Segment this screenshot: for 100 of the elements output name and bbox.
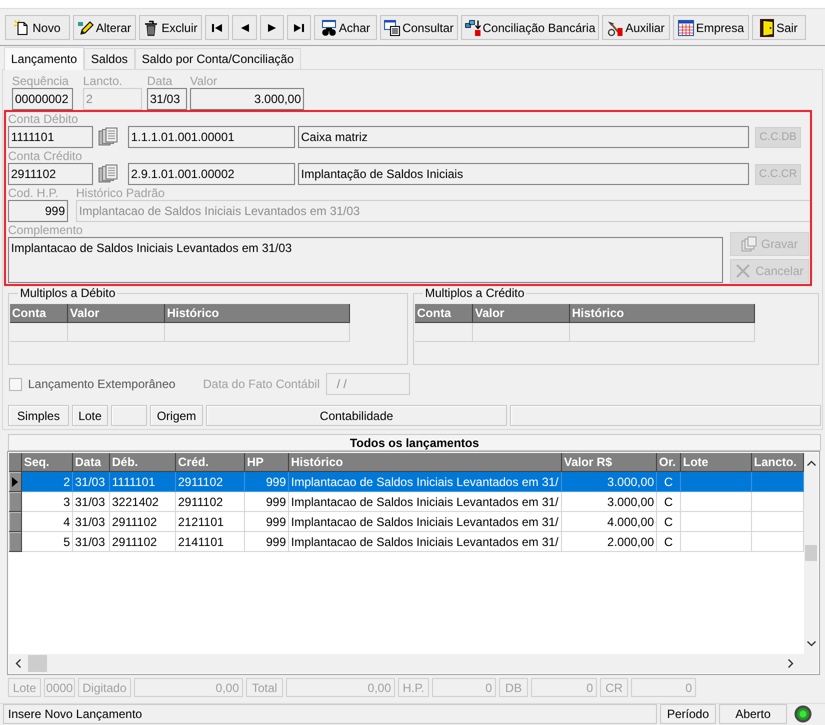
input-field[interactable]: Implantação de Saldos Iniciais xyxy=(298,163,749,185)
scroll-down-icon xyxy=(806,641,816,647)
total-label: H.P. xyxy=(398,678,429,697)
calendar-icon xyxy=(678,20,694,36)
pencil-icon xyxy=(78,20,94,36)
row-header xyxy=(9,512,22,532)
field-label: Complemento xyxy=(8,223,84,237)
table-cell: Implantacao de Saldos Iniciais Levantados em 31/ xyxy=(289,532,562,552)
input-field[interactable]: 00000002 xyxy=(12,88,73,110)
field-label: Cod. H.P. xyxy=(8,186,60,200)
column-header: Histórico xyxy=(165,304,350,323)
field-label: Conta Débito xyxy=(8,112,80,126)
input-field[interactable]: 1.1.1.01.001.00001 xyxy=(128,126,295,148)
column-header: Valor xyxy=(473,304,570,323)
scrollbar-thumb[interactable] xyxy=(805,545,817,561)
tab[interactable]: Lançamento xyxy=(4,47,84,70)
column-header: Histórico xyxy=(570,304,755,323)
input-field[interactable]: 2911102 xyxy=(8,163,93,185)
column-header: Lote xyxy=(681,453,752,472)
company-button[interactable]: Empresa xyxy=(673,15,749,40)
reconciliation-button[interactable]: Conciliação Bancária xyxy=(461,15,599,40)
calendar-document-icon xyxy=(384,20,400,36)
table-row[interactable]: 5 31/03 2911102 2141101 999 Implantacao de Saldos Iniciais Levantados em 31/ 2.000,00 C xyxy=(9,532,804,552)
skip-to-first-icon xyxy=(212,22,222,32)
table-cell: 2911102 xyxy=(110,532,176,552)
column-header: Valor xyxy=(68,304,165,323)
previous-icon xyxy=(240,22,248,32)
total-value: 0 xyxy=(631,678,696,697)
field-label: Data do Fato Contábil xyxy=(203,376,320,393)
status-panel: Período xyxy=(660,704,716,724)
vertical-scrollbar[interactable] xyxy=(804,453,818,654)
column-header: Data xyxy=(73,453,110,472)
new-button[interactable]: Novo xyxy=(5,15,70,40)
first-record-button[interactable] xyxy=(205,15,229,40)
table-row[interactable]: 2 31/03 1111101 2911102 999 Implantacao de Saldos Iniciais Levantados em 31/ 3.000,00 C xyxy=(9,472,804,492)
tab[interactable]: Saldos xyxy=(84,48,135,69)
field-label: Data xyxy=(147,75,174,88)
new-document-icon xyxy=(14,20,30,36)
origin-panel: Origem xyxy=(150,405,203,426)
boxes-arrow-icon xyxy=(464,20,481,36)
row-header xyxy=(9,532,22,552)
input-field[interactable]: 3.000,00 xyxy=(190,88,304,110)
column-header: Conta xyxy=(415,304,473,323)
input-field[interactable]: 31/03 xyxy=(147,88,187,110)
text-area[interactable]: Implantacao de Saldos Iniciais Levantados em 31/03 xyxy=(8,237,723,283)
grid-title: Todos os lançamentos xyxy=(8,434,821,451)
input-field[interactable]: Caixa matriz xyxy=(298,126,749,148)
delete-button[interactable]: Excluir xyxy=(139,15,202,40)
auxiliary-button[interactable]: Auxiliar xyxy=(602,15,670,40)
table-cell: 31/03 xyxy=(73,532,110,552)
total-label: Lote xyxy=(8,678,41,697)
table-cell: 5 xyxy=(22,532,73,552)
status-message: Insere Novo Lançamento xyxy=(3,704,657,724)
last-record-button[interactable] xyxy=(287,15,311,40)
tab[interactable]: Saldo por Conta/Conciliação xyxy=(134,48,301,69)
input-field[interactable]: 1111101 xyxy=(8,126,93,148)
column-header: Or. xyxy=(657,453,681,472)
column-header: HP xyxy=(245,453,289,472)
trash-icon xyxy=(143,20,160,36)
table-cell: 999 xyxy=(245,532,289,552)
total-label: Digitado xyxy=(78,678,131,697)
total-label: 0000 xyxy=(44,678,75,697)
next-record-button[interactable] xyxy=(260,15,284,40)
table-row[interactable]: 4 31/03 2911102 2121101 999 Implantacao de Saldos Iniciais Levantados em 31/ 4.000,00 C xyxy=(9,512,804,532)
documents-icon xyxy=(98,164,118,184)
scroll-left-icon xyxy=(15,659,21,668)
find-button[interactable]: Achar xyxy=(314,15,377,40)
total-label: CR xyxy=(600,678,628,697)
documents-icon xyxy=(98,127,118,147)
exit-button[interactable]: Sair xyxy=(752,15,806,40)
total-label: DB xyxy=(499,678,528,697)
edit-button[interactable]: Alterar xyxy=(73,15,136,40)
input-field[interactable]: 999 xyxy=(8,200,68,222)
binoculars-icon xyxy=(320,20,337,36)
row-header xyxy=(9,492,22,512)
scrollbar-thumb[interactable] xyxy=(28,655,47,672)
table-cell: 2141101 xyxy=(176,532,245,552)
checkbox[interactable] xyxy=(9,378,22,390)
door-icon xyxy=(760,18,774,36)
total-label: Total xyxy=(246,678,283,697)
origin-panel: Contabilidade xyxy=(206,405,507,426)
column-header: Créd. xyxy=(176,453,245,472)
group-title: Multiplos a Débito xyxy=(19,287,116,300)
cancel-icon xyxy=(735,263,752,279)
origin-panel: Simples xyxy=(8,405,69,426)
column-header: Conta xyxy=(10,304,68,323)
previous-record-button[interactable] xyxy=(232,15,257,40)
table-row[interactable]: 3 31/03 3221402 2911102 999 Implantacao de Saldos Iniciais Levantados em 31/ 3.000,00 C xyxy=(9,492,804,512)
header-corner xyxy=(9,453,22,472)
field-label: Sequência xyxy=(12,75,70,88)
column-header: Histórico xyxy=(289,453,562,472)
field-label: Valor xyxy=(190,75,218,88)
table-cell: C xyxy=(657,532,681,552)
group-title: Multiplos a Crédito xyxy=(424,287,526,300)
horizontal-scrollbar[interactable] xyxy=(9,654,802,673)
input-field[interactable]: 2.9.1.01.001.00002 xyxy=(128,163,295,185)
row-pointer-icon xyxy=(12,476,18,486)
query-button[interactable]: Consultar xyxy=(380,15,458,40)
tools-icon xyxy=(607,20,624,36)
skip-to-last-icon xyxy=(294,22,304,32)
